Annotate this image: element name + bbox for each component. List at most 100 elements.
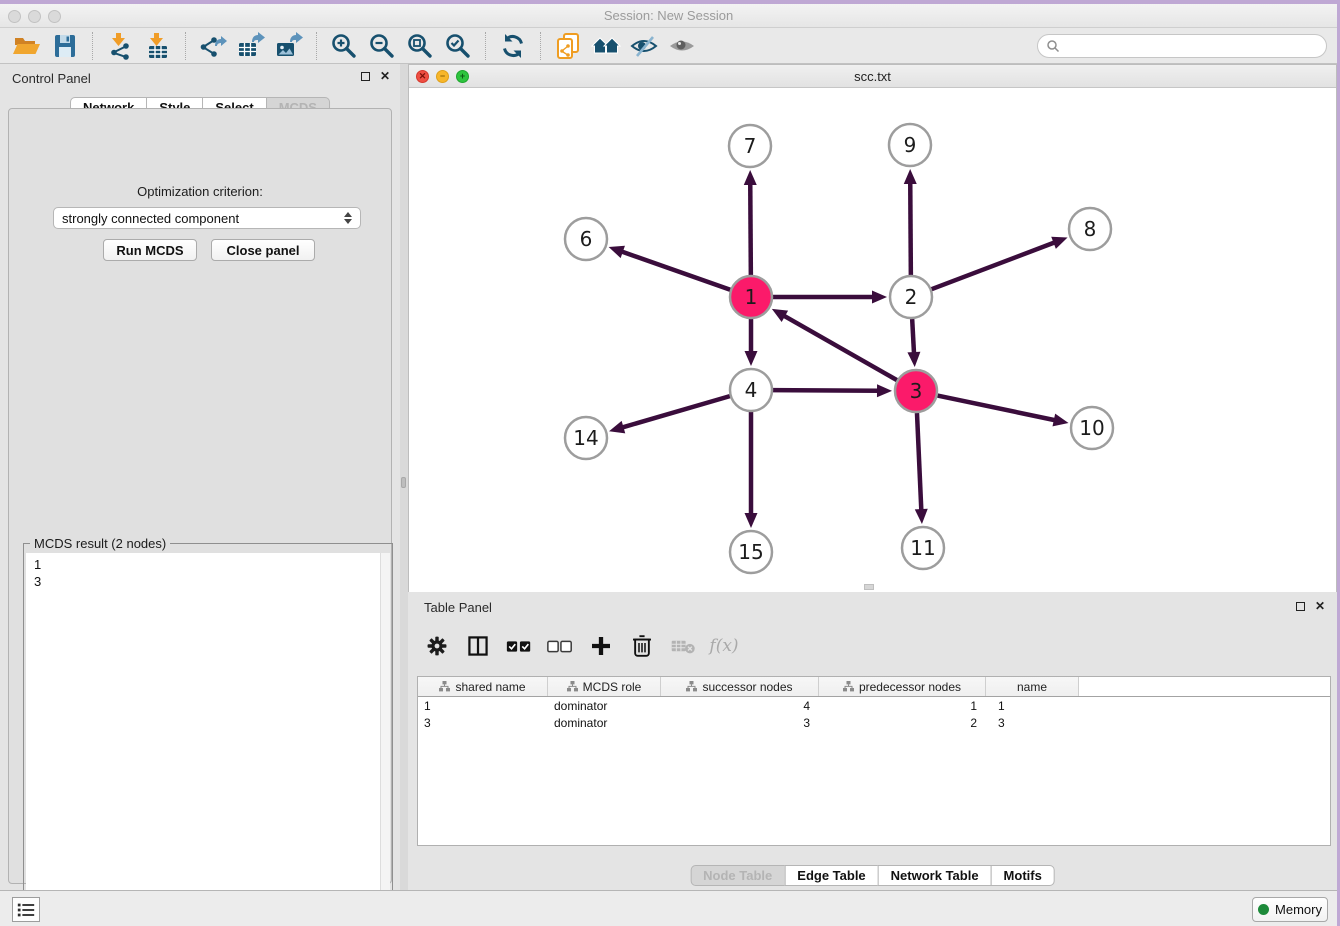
mcds-result-list: 13 [26,553,390,914]
graph-edge-2-3[interactable] [912,319,914,354]
column-header-label: shared name [455,680,525,694]
export-network-icon[interactable] [194,30,232,62]
import-table-icon[interactable] [139,30,177,62]
graph-edge-4-3[interactable] [773,390,879,391]
search-input[interactable] [1060,36,1326,56]
graph-node-label-6: 6 [580,227,593,251]
zoom-fit-icon[interactable] [401,30,439,62]
window-titlebar: Session: New Session [0,4,1337,28]
graph-edge-1-6[interactable] [621,251,730,289]
apply-layout-icon[interactable] [494,30,532,62]
criterion-select[interactable]: strongly connected component [53,207,361,229]
column-header-successor-nodes[interactable]: successor nodes [661,677,819,696]
home-views-icon[interactable] [587,30,625,62]
deselect-all-checkboxes-icon[interactable] [545,631,575,661]
mcds-result-group: MCDS result (2 nodes) 13 [23,543,393,917]
zoom-selected-icon[interactable] [439,30,477,62]
search-icon [1046,39,1060,53]
select-stepper-icon [344,212,352,224]
table-cell[interactable]: 3 [418,714,548,731]
show-graphics-details-icon[interactable] [663,30,701,62]
workspace: Control Panel ✕ NetworkStyleSelectMCDS O… [0,64,1337,890]
graph-edge-2-8[interactable] [932,242,1056,289]
table-row[interactable]: 3dominator323 [418,714,1330,731]
search-box[interactable] [1037,34,1327,58]
table-body: 1dominator4113dominator323 [418,697,1330,731]
graph-edge-arrowhead [904,169,917,184]
close-panel-icon[interactable]: ✕ [380,71,390,81]
optimization-criterion-label: Optimization criterion: [9,184,391,199]
float-panel-icon[interactable] [361,72,370,81]
toolbar-separator [185,32,186,60]
network-canvas[interactable]: 1234678910111415 [409,88,1336,592]
table-cell[interactable]: 1 [418,697,548,714]
table-tab-node-table[interactable]: Node Table [690,865,785,886]
delete-table-icon[interactable] [668,631,698,661]
table-options-gear-icon[interactable] [422,631,452,661]
column-header-shared-name[interactable]: shared name [418,677,548,696]
table-cell[interactable]: 3 [661,714,819,731]
table-tab-edge-table[interactable]: Edge Table [784,865,878,886]
table-cell[interactable]: 2 [819,714,986,731]
graph-node-label-7: 7 [744,134,757,158]
column-header-label: predecessor nodes [859,680,961,694]
network-scrollbar-grip[interactable] [864,584,874,590]
close-table-panel-icon[interactable]: ✕ [1315,601,1325,611]
function-builder-icon[interactable]: f(x) [709,631,739,661]
graph-edge-4-14[interactable] [622,396,730,428]
network-view-window: ✕ − + scc.txt 1234678910111415 [408,64,1337,592]
table-cell[interactable]: 1 [819,697,986,714]
open-file-icon[interactable] [8,30,46,62]
column-header-MCDS-role[interactable]: MCDS role [548,677,661,696]
graph-edge-arrowhead [872,291,887,304]
graph-edge-3-11[interactable] [917,413,921,511]
table-tab-network-table[interactable]: Network Table [878,865,992,886]
graph-edge-3-1[interactable] [783,315,897,380]
column-header-predecessor-nodes[interactable]: predecessor nodes [819,677,986,696]
hide-graphics-details-icon[interactable] [625,30,663,62]
control-panel-title: Control Panel [12,71,91,86]
network-document-icon[interactable] [549,30,587,62]
memory-button[interactable]: Memory [1252,897,1328,922]
export-table-icon[interactable] [232,30,270,62]
table-cell[interactable]: 4 [661,697,819,714]
column-header-label: name [1017,680,1047,694]
add-row-icon[interactable] [586,631,616,661]
graph-edge-2-9[interactable] [910,182,911,275]
run-mcds-button[interactable]: Run MCDS [103,239,197,261]
graph-node-label-2: 2 [905,285,918,309]
vertical-splitter[interactable] [400,64,408,890]
import-network-icon[interactable] [101,30,139,62]
task-history-button[interactable] [12,897,40,922]
column-type-icon [439,681,450,692]
delete-rows-icon[interactable] [627,631,657,661]
graph-edge-3-10[interactable] [938,396,1056,421]
save-session-icon[interactable] [46,30,84,62]
graph-node-label-8: 8 [1084,217,1097,241]
control-panel: Control Panel ✕ NetworkStyleSelectMCDS O… [0,64,400,890]
graph-edge-1-7[interactable] [750,183,751,275]
result-scrollbar[interactable] [380,553,390,914]
graph-node-label-1: 1 [745,285,758,309]
splitter-grip[interactable] [401,477,406,488]
column-header-name[interactable]: name [986,677,1079,696]
float-table-panel-icon[interactable] [1296,602,1305,611]
graph-edge-arrowhead [1052,414,1068,427]
close-panel-button[interactable]: Close panel [211,239,315,261]
network-window-title: scc.txt [409,69,1336,84]
table-tab-motifs[interactable]: Motifs [991,865,1055,886]
table-cell[interactable]: 1 [986,697,1079,714]
table-row[interactable]: 1dominator411 [418,697,1330,714]
show-columns-icon[interactable] [463,631,493,661]
memory-status-icon [1258,904,1269,915]
table-cell[interactable]: 3 [986,714,1079,731]
export-image-icon[interactable] [270,30,308,62]
graph-edge-arrowhead [745,351,758,366]
select-all-checkboxes-icon[interactable] [504,631,534,661]
list-icon [16,901,36,919]
zoom-in-icon[interactable] [325,30,363,62]
table-cell[interactable]: dominator [548,697,661,714]
table-cell[interactable]: dominator [548,714,661,731]
zoom-out-icon[interactable] [363,30,401,62]
table-panel-title: Table Panel [424,600,492,615]
